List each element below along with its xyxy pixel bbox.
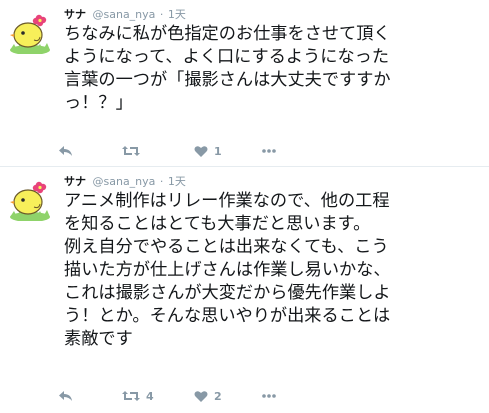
like-count: 1 [214, 144, 222, 158]
tweet-header: サナ @sana_nya · 1天 [64, 174, 186, 190]
heart-icon [194, 145, 208, 157]
user-handle[interactable]: @sana_nya [93, 8, 156, 21]
retweet-button[interactable]: 4 [122, 386, 154, 406]
chick-avatar-icon [10, 14, 50, 54]
reply-icon [59, 391, 72, 401]
tweet-text-line: アニメ制作はリレー作業なので、他の工程 [64, 191, 390, 211]
display-name[interactable]: サナ [64, 175, 86, 188]
tweet-actions: 4 2 [59, 386, 444, 406]
tweet[interactable]: サナ @sana_nya · 1天 ちなみに私が色指定のお仕事をさせて頂く よう… [0, 0, 489, 166]
reply-icon [59, 146, 72, 156]
more-button[interactable] [261, 141, 277, 161]
more-icon [262, 394, 276, 398]
user-handle[interactable]: @sana_nya [93, 175, 156, 188]
display-name[interactable]: サナ [64, 8, 86, 21]
tweet-text: ちなみに私が色指定のお仕事をさせて頂く ようになって、よく口にするようになった … [64, 23, 484, 115]
tweet-text-line: を知ることはとても大事だと思います。 [64, 214, 371, 234]
tweet-text: アニメ制作はリレー作業なので、他の工程 を知ることはとても大事だと思います。 例… [64, 190, 484, 351]
tweet-header: サナ @sana_nya · 1天 [64, 7, 186, 23]
avatar[interactable] [6, 6, 54, 54]
tweet-text-line: これは撮影さんが大変だから優先作業しよ [64, 283, 391, 303]
tweet-text-line: ようになって、よく口にするようになった [64, 47, 390, 67]
tweet-text-line: っ！？」 [64, 93, 133, 113]
reply-button[interactable] [58, 386, 74, 406]
separator: · [159, 175, 164, 188]
tweet[interactable]: サナ @sana_nya · 1天 アニメ制作はリレー作業なので、他の工程 を知… [0, 166, 489, 413]
tweet-text-line: ちなみに私が色指定のお仕事をさせて頂く [64, 24, 391, 44]
timestamp[interactable]: 1天 [168, 175, 186, 188]
chick-avatar-icon [10, 181, 50, 221]
like-button[interactable]: 2 [194, 386, 222, 406]
tweet-text-line: う！とか。そんな思いやりが出来ることは [64, 306, 391, 326]
retweet-icon [122, 146, 140, 156]
retweet-icon [122, 391, 140, 401]
tweet-text-line: 言葉の一つが「撮影さんは大丈夫ですすか [64, 70, 391, 90]
more-button[interactable] [261, 386, 277, 406]
tweet-text-line: 例え自分でやることは出来なくても、こう [64, 237, 389, 257]
tweet-text-line: 素敵です [64, 329, 133, 349]
heart-icon [194, 390, 208, 402]
separator: · [159, 8, 164, 21]
retweet-button[interactable] [122, 141, 146, 161]
tweet-text-line: 描いた方が仕上げさんは作業し易いかな、 [64, 260, 391, 280]
timestamp[interactable]: 1天 [168, 8, 186, 21]
retweet-count: 4 [146, 389, 154, 403]
like-button[interactable]: 1 [194, 141, 222, 161]
tweet-actions: 1 [59, 141, 444, 161]
avatar[interactable] [6, 173, 54, 221]
reply-button[interactable] [58, 141, 74, 161]
like-count: 2 [214, 389, 222, 403]
more-icon [262, 149, 276, 153]
